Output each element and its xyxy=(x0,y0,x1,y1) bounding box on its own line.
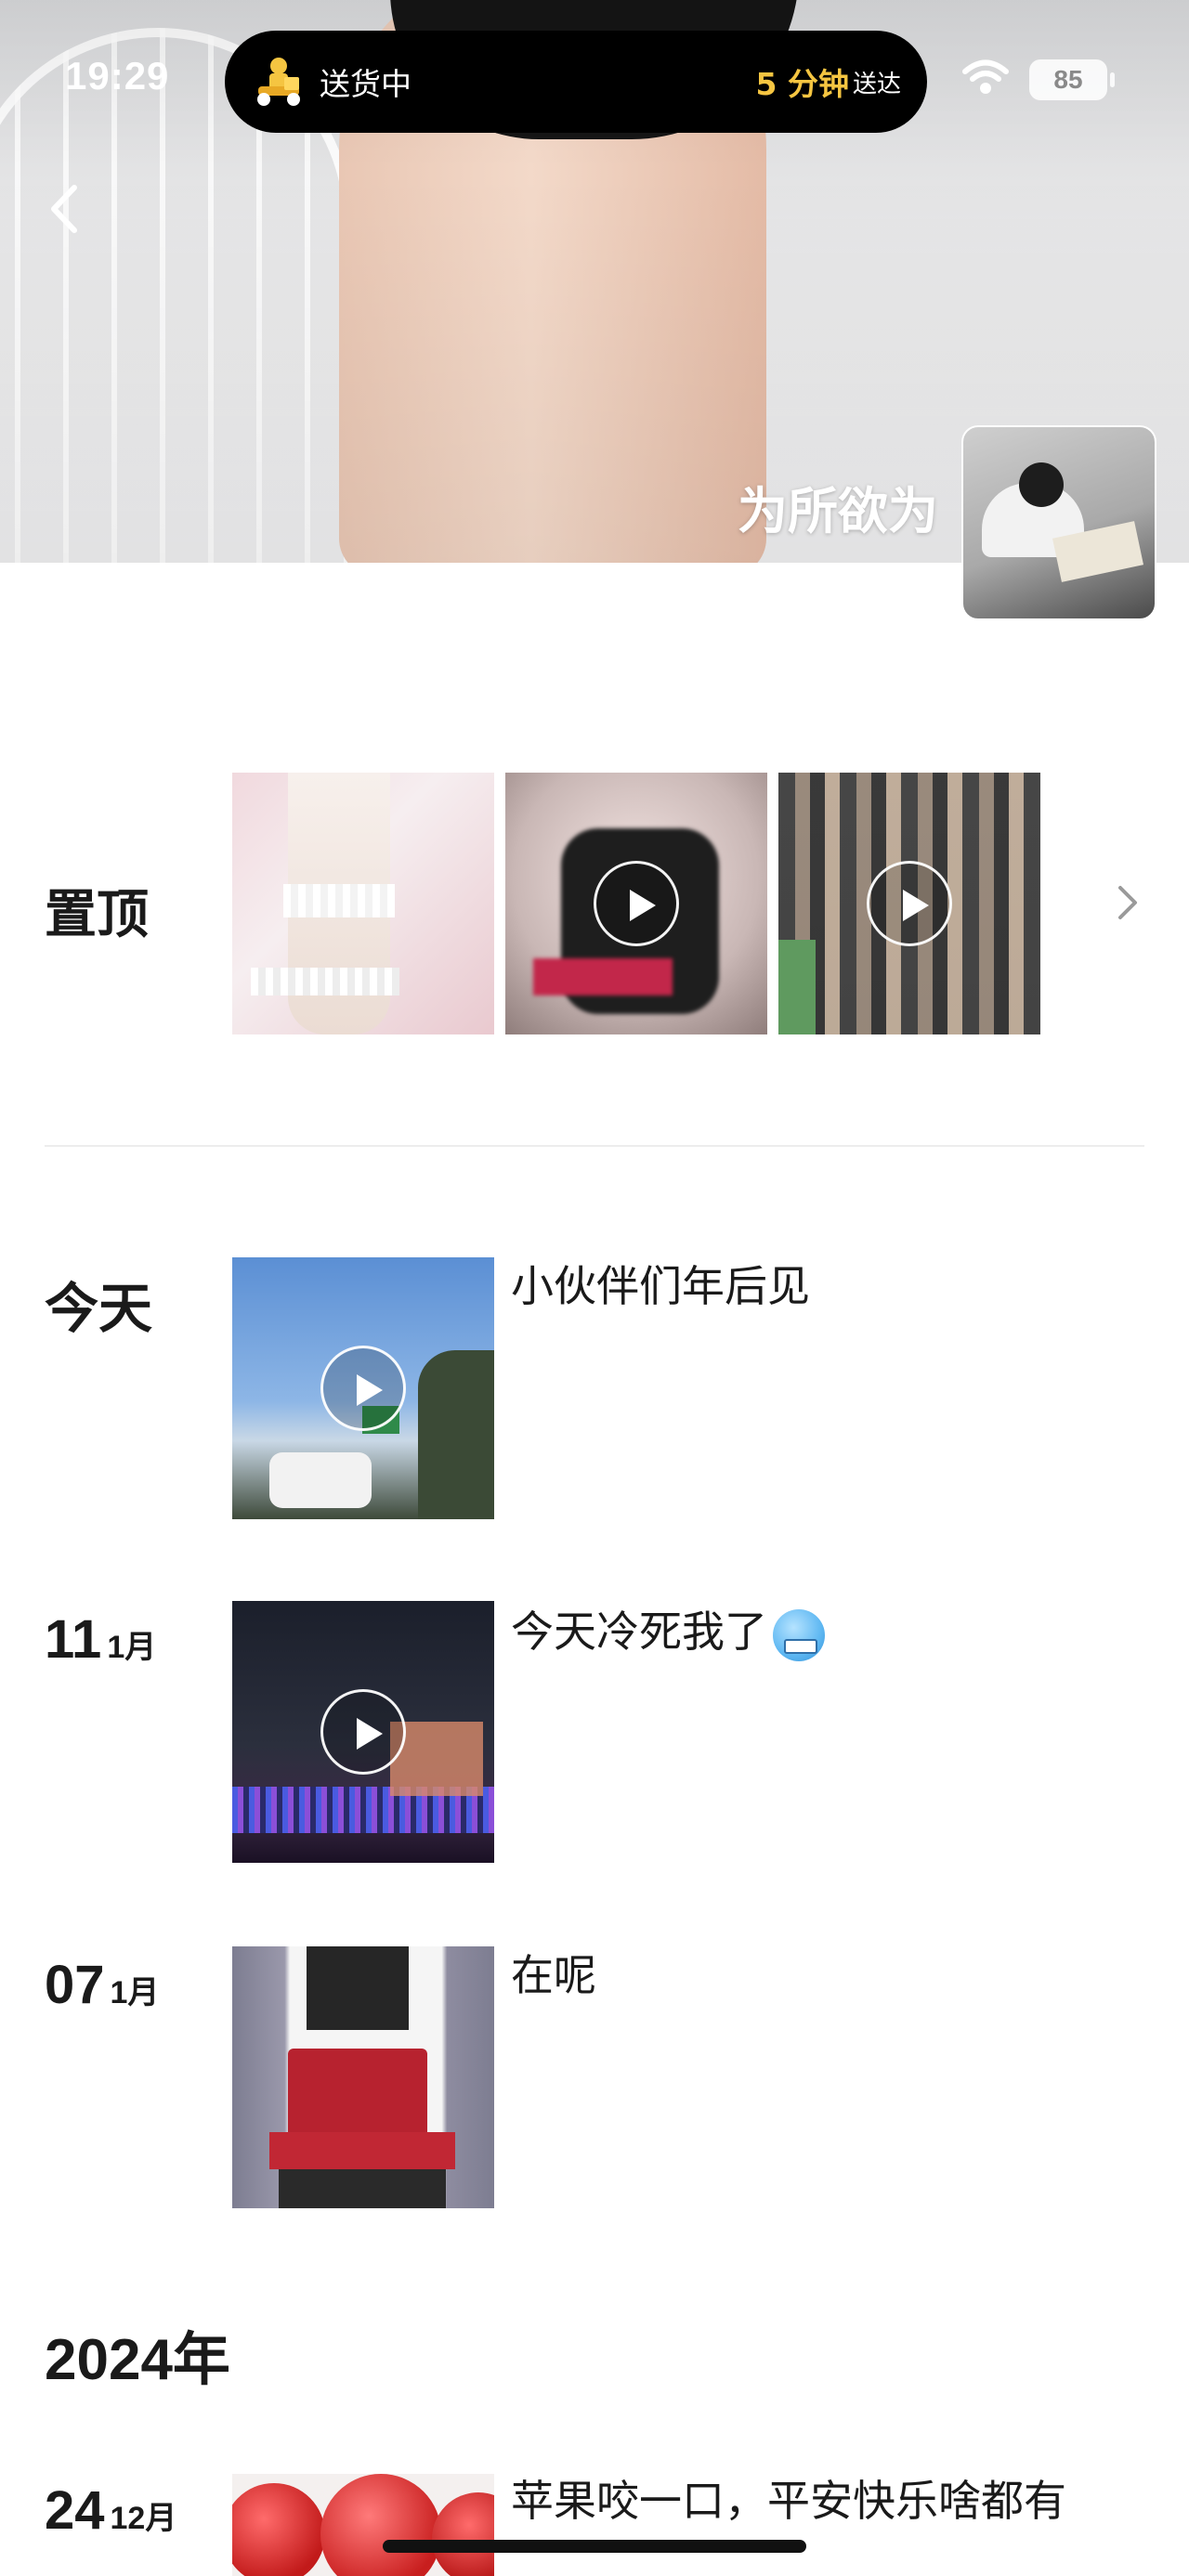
post-thumbnail-video[interactable] xyxy=(232,1601,494,1863)
post-text[interactable]: 今天冷死我了 xyxy=(511,1603,1161,1661)
post-text[interactable]: 在呢 xyxy=(511,1946,1161,2004)
chevron-right-icon xyxy=(1118,886,1137,919)
post-thumbnail-video[interactable] xyxy=(232,1257,494,1519)
battery-indicator: 85 xyxy=(1029,59,1115,100)
post-date: 11 1月 xyxy=(45,1609,157,1670)
back-button[interactable] xyxy=(37,176,93,241)
home-indicator[interactable] xyxy=(383,2540,806,2553)
delivery-status-text: 送货中 xyxy=(320,66,412,102)
post-date: 今天 xyxy=(45,1279,153,1339)
delivery-eta: 5 分钟 xyxy=(755,66,849,102)
status-bar-time: 19:29 xyxy=(65,54,170,98)
pinned-item-video[interactable] xyxy=(778,773,1040,1034)
avatar[interactable] xyxy=(961,425,1156,620)
post-thumbnail-photo[interactable] xyxy=(232,2474,494,2576)
pinned-item-video[interactable] xyxy=(505,773,767,1034)
delivery-eta-unit: 送达 xyxy=(852,70,901,98)
divider xyxy=(45,1145,1144,1147)
post-text[interactable]: 苹果咬一口，平安快乐啥都有 xyxy=(511,2472,1161,2530)
profile-nickname: 为所欲为 xyxy=(738,482,938,540)
pinned-more-button[interactable] xyxy=(1113,882,1141,923)
post-text[interactable]: 小伙伴们年后见 xyxy=(511,1257,1161,1315)
pinned-label: 置顶 xyxy=(45,885,149,945)
play-icon xyxy=(867,861,952,946)
dynamic-island-delivery[interactable]: 送货中 5 分钟 送达 xyxy=(225,31,927,133)
play-icon xyxy=(320,1346,406,1431)
post-thumbnail-photo[interactable] xyxy=(232,1946,494,2208)
year-label: 2024年 xyxy=(45,2328,230,2392)
play-icon xyxy=(594,861,679,946)
chevron-left-icon xyxy=(51,185,77,233)
pinned-item-photo[interactable] xyxy=(232,773,494,1034)
delivery-rider-icon xyxy=(251,53,308,111)
play-icon xyxy=(320,1689,406,1775)
wifi-icon xyxy=(962,59,1009,97)
freezing-face-emoji xyxy=(773,1608,825,1661)
post-date: 07 1月 xyxy=(45,1955,160,2015)
post-date: 24 12月 xyxy=(45,2480,177,2541)
